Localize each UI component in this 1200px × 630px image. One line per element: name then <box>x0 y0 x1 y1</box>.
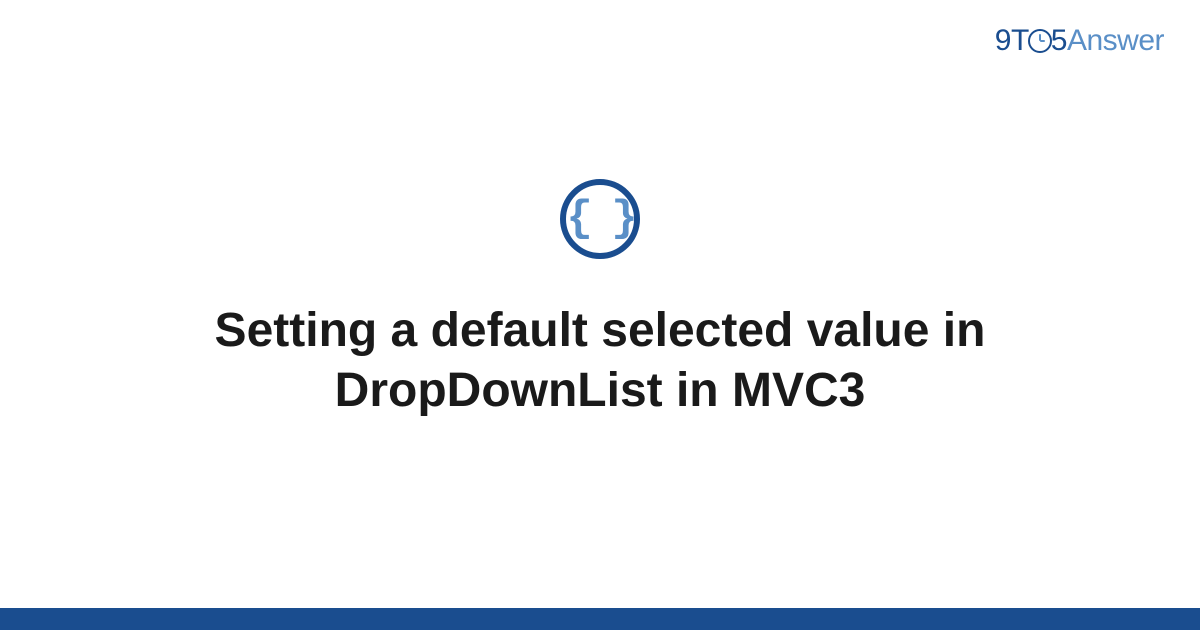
main-content: { } Setting a default selected value in … <box>0 0 1200 600</box>
topic-icon-wrapper: { } <box>560 179 640 259</box>
code-braces-icon: { } <box>560 179 640 259</box>
page-title: Setting a default selected value in Drop… <box>120 301 1080 421</box>
footer-bar <box>0 608 1200 630</box>
braces-symbol: { } <box>566 197 633 241</box>
